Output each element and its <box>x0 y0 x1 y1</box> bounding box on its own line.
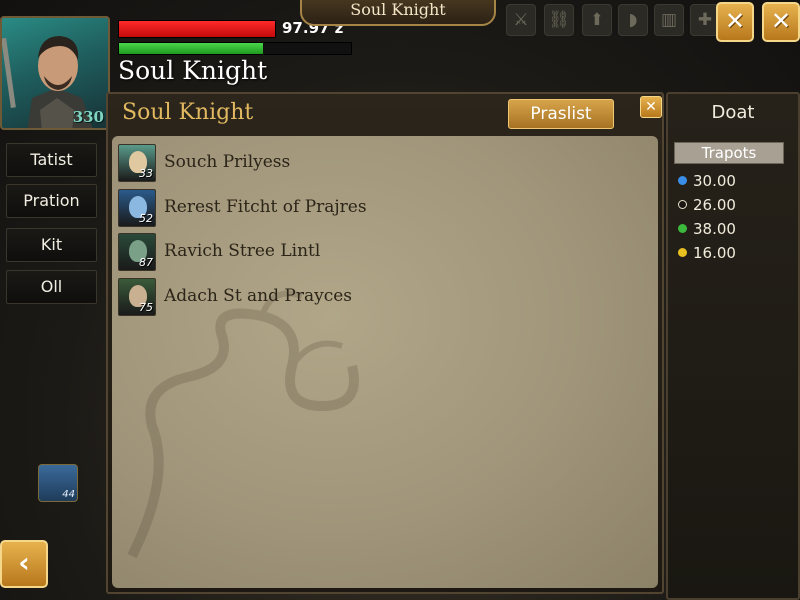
list-item[interactable]: 33 Souch Prilyess <box>118 144 638 184</box>
praslist-button[interactable]: Praslist <box>508 99 614 129</box>
close-button[interactable]: ✕ <box>762 2 800 42</box>
stat-value: 26.00 <box>693 196 736 214</box>
hero-portrait[interactable]: 330 <box>0 16 110 130</box>
list-item[interactable]: 75 Adach St and Prayces <box>118 277 638 318</box>
list-item[interactable]: 87 Ravich Stree Lintl <box>118 233 638 273</box>
hero-level: 330 <box>72 108 104 126</box>
stat-dot-icon <box>678 224 687 233</box>
item-slot[interactable]: 44 <box>38 464 78 502</box>
parchment-decoration <box>127 290 359 559</box>
row-level: 52 <box>139 211 153 225</box>
stats-panel: Doat Trapots 30.00 26.00 38.00 16.00 <box>666 92 800 600</box>
portrait-icon: 87 <box>118 233 156 272</box>
row-label: Adach St and Prayces <box>164 285 353 306</box>
portrait-icon: 75 <box>118 277 156 316</box>
side-tab-3[interactable]: Kit <box>6 228 97 262</box>
chain-icon[interactable]: ⛓ <box>544 4 574 36</box>
panel-close-button[interactable]: ✕ <box>640 96 662 118</box>
row-level: 87 <box>139 256 153 270</box>
close-button-secondary[interactable]: ✕ <box>716 2 754 42</box>
stat-dot-icon <box>678 176 687 185</box>
side-tab-2[interactable]: Pration <box>6 184 97 218</box>
main-panel: Soul Knight Praslist ✕ 33 Souch Prilyess 5… <box>106 92 664 594</box>
hero-name: Soul Knight <box>118 56 268 85</box>
stats-title: Doat <box>711 102 755 123</box>
boot-icon[interactable]: ◗ <box>618 4 648 36</box>
arrow-up-icon[interactable]: ⬆ <box>582 4 612 36</box>
stat-value: 16.00 <box>693 244 736 262</box>
energy-bar-fill <box>119 43 263 54</box>
stat-row: 38.00 <box>678 220 736 238</box>
chart-icon[interactable]: ▥ <box>654 4 684 36</box>
row-level: 33 <box>139 167 153 180</box>
stat-value: 38.00 <box>693 220 736 238</box>
row-level: 75 <box>139 300 153 314</box>
panel-title: Soul Knight <box>122 100 254 125</box>
title-banner: Soul Knight <box>300 0 496 26</box>
back-button[interactable]: ‹ <box>0 540 48 588</box>
stat-row: 26.00 <box>678 196 736 214</box>
row-label: Souch Prilyess <box>164 152 291 172</box>
row-label: Ravich Stree Lintl <box>164 241 321 262</box>
row-label: Rerest Fitcht of Prajres <box>164 196 367 217</box>
sword-icon[interactable]: ⚔ <box>506 4 536 36</box>
item-slot-level: 44 <box>62 489 75 500</box>
energy-bar <box>118 42 352 55</box>
portrait-icon: 33 <box>118 144 156 182</box>
side-tab-1[interactable]: Tatist <box>6 143 97 177</box>
health-bar <box>118 20 276 38</box>
parchment-list: 33 Souch Prilyess 52 Rerest Fitcht of Prajr… <box>112 136 658 588</box>
list-item[interactable]: 52 Rerest Fitcht of Prajres <box>118 188 638 229</box>
stats-subtitle[interactable]: Trapots <box>674 142 784 164</box>
stat-row: 30.00 <box>678 172 736 190</box>
portrait-icon: 52 <box>118 188 156 227</box>
stat-dot-icon <box>678 200 687 209</box>
health-bar-fill <box>119 21 275 37</box>
stat-row: 16.00 <box>678 244 736 262</box>
side-tab-4[interactable]: Oll <box>6 270 97 304</box>
stat-dot-icon <box>678 248 687 257</box>
stat-value: 30.00 <box>693 172 736 190</box>
